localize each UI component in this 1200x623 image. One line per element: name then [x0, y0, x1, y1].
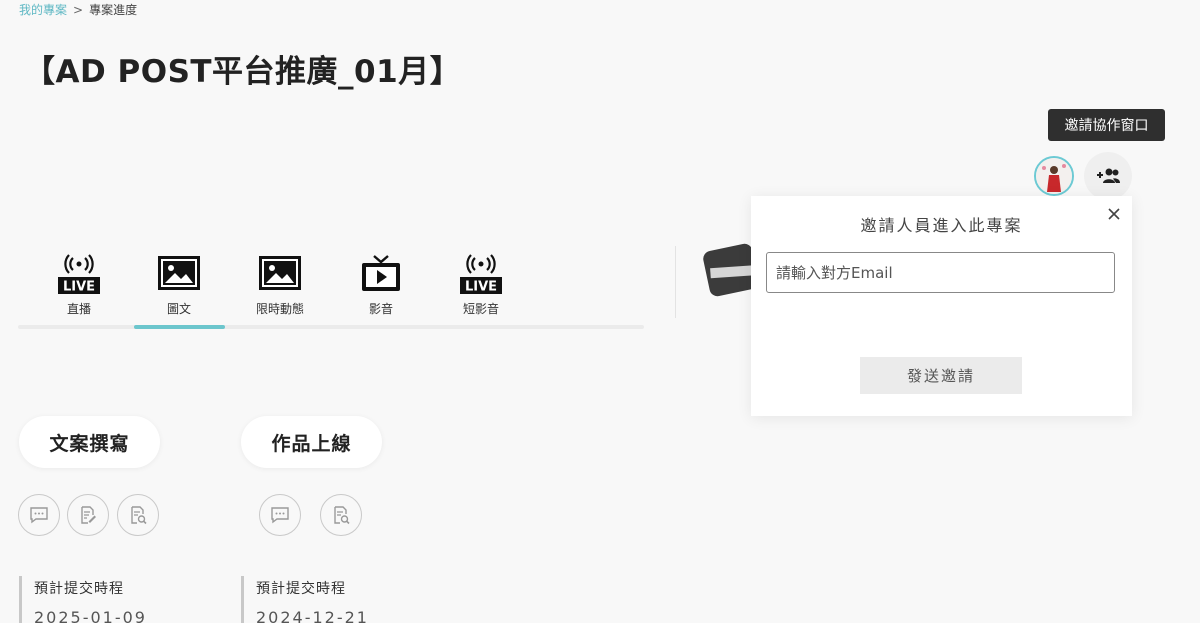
comment-button[interactable]: [259, 494, 301, 536]
live-icon: LIVE: [459, 250, 503, 296]
edit-document-button[interactable]: [67, 494, 109, 536]
breadcrumb-my-projects[interactable]: 我的專案: [19, 3, 67, 17]
tab-label: 短影音: [462, 302, 499, 316]
review-document-button[interactable]: [117, 494, 159, 536]
avatar[interactable]: [1034, 156, 1074, 196]
content-type-tabs: LIVE 直播 圖文 限時動態 影音 LIVE 短影音: [18, 250, 644, 330]
edit-document-icon: [81, 506, 96, 524]
tab-label: 限時動態: [255, 302, 304, 316]
avatar-image: [1036, 158, 1072, 194]
tv-play-icon: [360, 250, 402, 296]
document-search-icon: [334, 506, 350, 525]
breadcrumb-separator: >: [73, 3, 84, 17]
breadcrumb: 我的專案 > 專案進度: [19, 1, 137, 18]
deadline-label: 預計提交時程: [256, 581, 346, 597]
close-button[interactable]: [1105, 205, 1123, 223]
deadline-block: 預計提交時程 2024-12-21: [241, 576, 369, 623]
add-collaborator-button[interactable]: [1084, 152, 1132, 200]
deadline-date: 2025-01-09: [34, 608, 147, 623]
comment-icon: [30, 507, 48, 524]
breadcrumb-current: 專案進度: [89, 3, 138, 17]
comment-button[interactable]: [18, 494, 60, 536]
review-document-button[interactable]: [320, 494, 362, 536]
tab-stories[interactable]: 限時動態: [235, 250, 325, 320]
tab-live[interactable]: LIVE 直播: [34, 250, 124, 320]
tab-label: 影音: [368, 302, 393, 316]
deadline-block: 預計提交時程 2025-01-09: [19, 576, 147, 623]
tab-track: [18, 325, 644, 329]
thumbnail-stripe: [710, 265, 755, 279]
tab-video[interactable]: 影音: [336, 250, 426, 320]
active-tab-indicator: [134, 325, 225, 329]
invite-collaborator-tooltip: 邀請協作窗口: [1048, 109, 1165, 141]
send-invite-button[interactable]: 發送邀請: [860, 357, 1022, 394]
tab-label: 直播: [66, 302, 91, 316]
image-icon: [157, 250, 201, 296]
tab-image-post[interactable]: 圖文: [134, 250, 224, 320]
svg-text:LIVE: LIVE: [465, 280, 497, 295]
comment-icon: [271, 507, 289, 524]
tab-label: 圖文: [166, 302, 191, 316]
tab-short-video[interactable]: LIVE 短影音: [436, 250, 526, 320]
deadline-date: 2024-12-21: [256, 608, 369, 623]
close-icon: [1108, 208, 1120, 220]
popup-title: 邀請人員進入此專案: [860, 216, 1023, 235]
page-title: 【AD POST平台推廣_01月】: [24, 54, 462, 90]
add-group-icon: [1097, 168, 1120, 183]
deadline-label: 預計提交時程: [34, 581, 124, 597]
live-icon: LIVE: [57, 250, 101, 296]
document-search-icon: [131, 506, 147, 525]
image-icon: [258, 250, 302, 296]
email-field[interactable]: [766, 252, 1115, 293]
invite-popup: 邀請人員進入此專案 發送邀請: [751, 196, 1132, 416]
stage-go-live[interactable]: 作品上線: [241, 416, 382, 468]
stage-copywriting[interactable]: 文案撰寫: [19, 416, 160, 468]
vertical-divider: [675, 246, 676, 318]
svg-text:LIVE: LIVE: [63, 280, 95, 295]
